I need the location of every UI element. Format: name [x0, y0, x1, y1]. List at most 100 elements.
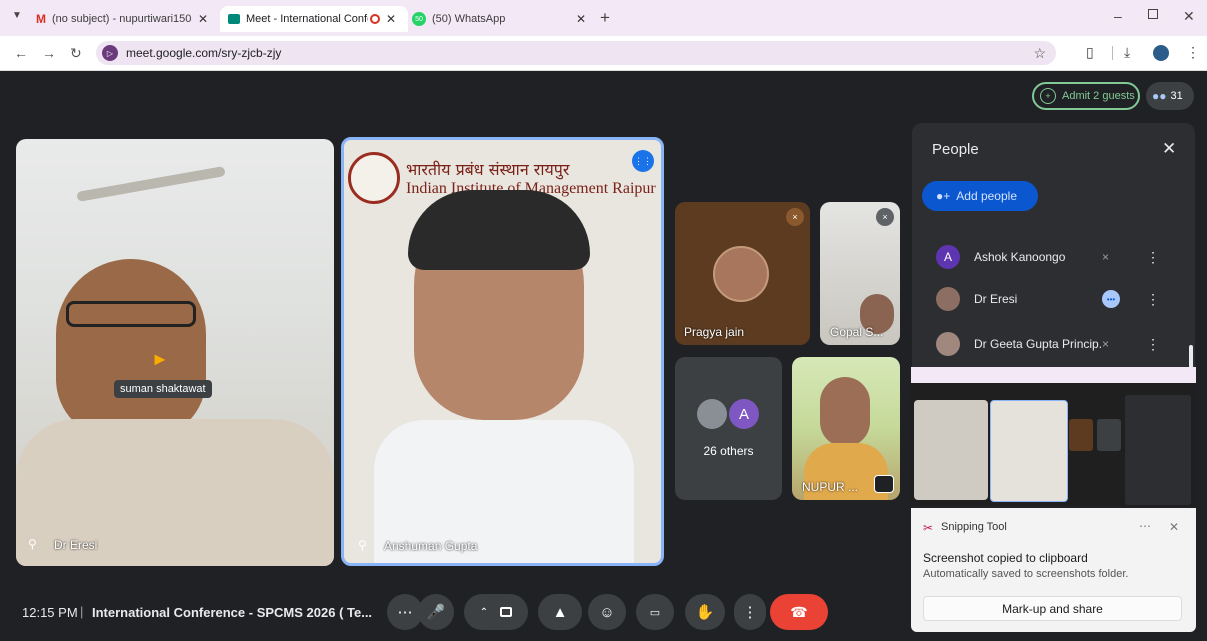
video-tile-gopal[interactable]: × Gopal S...: [820, 202, 900, 345]
camera-icon: [500, 607, 513, 617]
participant-name: Dr Geeta Gupta Princip...: [974, 337, 1102, 351]
participant-name: Ashok Kanoongo: [974, 250, 1066, 264]
raise-hand-button[interactable]: ✋: [685, 594, 725, 630]
hover-caption: suman shaktawat: [114, 380, 212, 398]
notification-body: Automatically saved to screenshots folde…: [923, 568, 1129, 580]
pin-icon[interactable]: ⚲: [358, 538, 367, 552]
tab-gmail-label: (no subject) - nupurtiwari15030: [52, 13, 192, 25]
browser-toolbar: ← → ↻ ▷ meet.google.com/sry-zjcb-zjy ☆ ▯…: [0, 36, 1207, 71]
reload-icon[interactable]: ↻: [70, 45, 82, 62]
banner-hindi: भारतीय प्रबंध संस्थान रायपुर: [406, 160, 570, 179]
pin-icon[interactable]: ⚲: [28, 537, 37, 551]
present-icon: ▲: [552, 603, 568, 621]
more-options-icon[interactable]: ⋯: [1139, 519, 1151, 533]
admit-guests-button[interactable]: + Admit 2 guests: [1032, 82, 1140, 110]
screenshot-preview[interactable]: [911, 367, 1196, 506]
present-screen-button[interactable]: ▲: [538, 594, 582, 630]
muted-mic-icon: ×: [1102, 337, 1110, 351]
more-options-icon[interactable]: ⋮: [1146, 249, 1160, 266]
close-window-icon[interactable]: ✕: [1183, 8, 1195, 25]
minimize-window-icon[interactable]: –: [1114, 8, 1122, 24]
audio-level-icon: ⋮⋮: [632, 150, 654, 172]
whatsapp-icon: 50: [412, 12, 426, 26]
tab-gmail[interactable]: M (no subject) - nupurtiwari15030 ✕: [36, 6, 216, 32]
meeting-time: 12:15 PM: [22, 605, 78, 620]
close-icon[interactable]: ✕: [1162, 139, 1176, 159]
site-info-icon[interactable]: ▷: [102, 45, 118, 61]
video-tile-pragya-jain[interactable]: × Pragya jain: [675, 202, 810, 345]
video-tile-others[interactable]: A 26 others: [675, 357, 782, 500]
captions-button[interactable]: ▭: [636, 594, 674, 630]
more-options-button[interactable]: ⋮: [734, 594, 766, 630]
more-options-icon[interactable]: ⋮: [1146, 336, 1160, 353]
browser-tab-bar: ▼ M (no subject) - nupurtiwari15030 ✕ Me…: [0, 0, 1207, 36]
tile-name: NUPUR ...: [802, 480, 859, 494]
tab-search-dropdown-icon[interactable]: ▼: [12, 10, 22, 21]
tile-name: Anshuman Gupta: [384, 539, 478, 553]
muted-mic-icon: ×: [1102, 250, 1110, 264]
avatar: [936, 332, 960, 356]
people-list-item[interactable]: Dr Eresi ••• ⋮: [922, 279, 1172, 319]
meet-icon: [228, 14, 240, 24]
emoji-icon: ☺: [599, 603, 615, 621]
tab-whatsapp-label: (50) WhatsApp: [432, 13, 506, 25]
download-icon[interactable]: ⤓: [1124, 44, 1130, 61]
chevron-up-icon: ⌃: [479, 606, 489, 618]
back-icon[interactable]: ←: [14, 45, 28, 61]
add-people-button[interactable]: ●+ Add people: [922, 181, 1038, 211]
leave-call-button[interactable]: ☎: [770, 594, 828, 630]
tab-meet-label: Meet - International Confer: [246, 13, 368, 25]
preview-tile: [1097, 419, 1121, 451]
bookmark-star-icon[interactable]: ☆: [1033, 45, 1046, 62]
video-tile-nupur[interactable]: NUPUR ...: [792, 357, 900, 500]
add-people-label: Add people: [956, 189, 1017, 203]
markup-and-share-label: Mark-up and share: [1002, 601, 1103, 616]
person-glasses: [66, 301, 196, 327]
snipping-tool-icon: ✂: [923, 521, 934, 535]
profile-avatar[interactable]: [1153, 45, 1169, 61]
microphone-button[interactable]: 🎤: [418, 594, 454, 630]
tab-whatsapp[interactable]: 50 (50) WhatsApp ✕: [412, 6, 592, 32]
add-person-icon: ●+: [936, 189, 951, 203]
preview-tile: [990, 400, 1068, 502]
close-icon[interactable]: ✕: [1169, 520, 1179, 534]
extensions-icon[interactable]: ▯: [1086, 44, 1094, 61]
url-text: meet.google.com/sry-zjcb-zjy: [126, 46, 282, 60]
app-name: Snipping Tool: [941, 521, 1007, 533]
avatar: A: [936, 245, 960, 269]
close-tab-icon[interactable]: ✕: [198, 12, 208, 26]
people-icon: ●●: [1152, 89, 1167, 103]
chrome-menu-icon[interactable]: ⋮: [1186, 44, 1200, 61]
video-options-button[interactable]: ⌃: [464, 594, 528, 630]
markup-and-share-button[interactable]: Mark-up and share: [923, 596, 1182, 621]
others-label: 26 others: [703, 444, 754, 458]
picture-in-picture-icon[interactable]: [874, 475, 894, 493]
people-list-item[interactable]: Dr Geeta Gupta Princip... × ⋮: [922, 324, 1172, 364]
snipping-tool-notification[interactable]: ✂ Snipping Tool ⋯ ✕ Screenshot copied to…: [911, 508, 1196, 632]
avatar: [697, 399, 727, 429]
end-call-icon: ☎: [790, 603, 808, 620]
muted-mic-icon: ×: [786, 208, 804, 226]
ceiling-fan: [76, 166, 226, 202]
participant-count: 31: [1170, 90, 1183, 102]
participants-button[interactable]: ●● 31: [1146, 82, 1194, 110]
add-person-icon: +: [1040, 88, 1056, 104]
notification-title: Screenshot copied to clipboard: [923, 551, 1088, 565]
close-tab-icon[interactable]: ✕: [576, 12, 586, 26]
restore-window-icon[interactable]: [1148, 9, 1158, 19]
new-tab-button[interactable]: +: [600, 8, 610, 28]
emoji-reactions-button[interactable]: ☺: [588, 594, 626, 630]
close-tab-icon[interactable]: ✕: [386, 12, 396, 26]
tile-name: Pragya jain: [684, 325, 745, 339]
tile-name: Dr Eresi: [54, 538, 98, 552]
audio-level-icon: •••: [1102, 290, 1120, 308]
address-bar[interactable]: ▷ meet.google.com/sry-zjcb-zjy ☆: [96, 41, 1056, 65]
more-options-icon[interactable]: ⋮: [1146, 291, 1160, 308]
tab-meet[interactable]: Meet - International Confer ✕: [220, 6, 408, 32]
admit-button-label: Admit 2 guests: [1062, 90, 1135, 102]
video-tile-anshuman-gupta[interactable]: भारतीय प्रबंध संस्थान रायपुर Indian Inst…: [341, 137, 664, 566]
forward-icon[interactable]: →: [42, 45, 56, 61]
video-tile-dr-eresi[interactable]: ► suman shaktawat ⚲ Dr Eresi: [16, 139, 334, 566]
iim-logo: [348, 152, 400, 204]
people-list-item[interactable]: A Ashok Kanoongo × ⋮: [922, 237, 1172, 277]
